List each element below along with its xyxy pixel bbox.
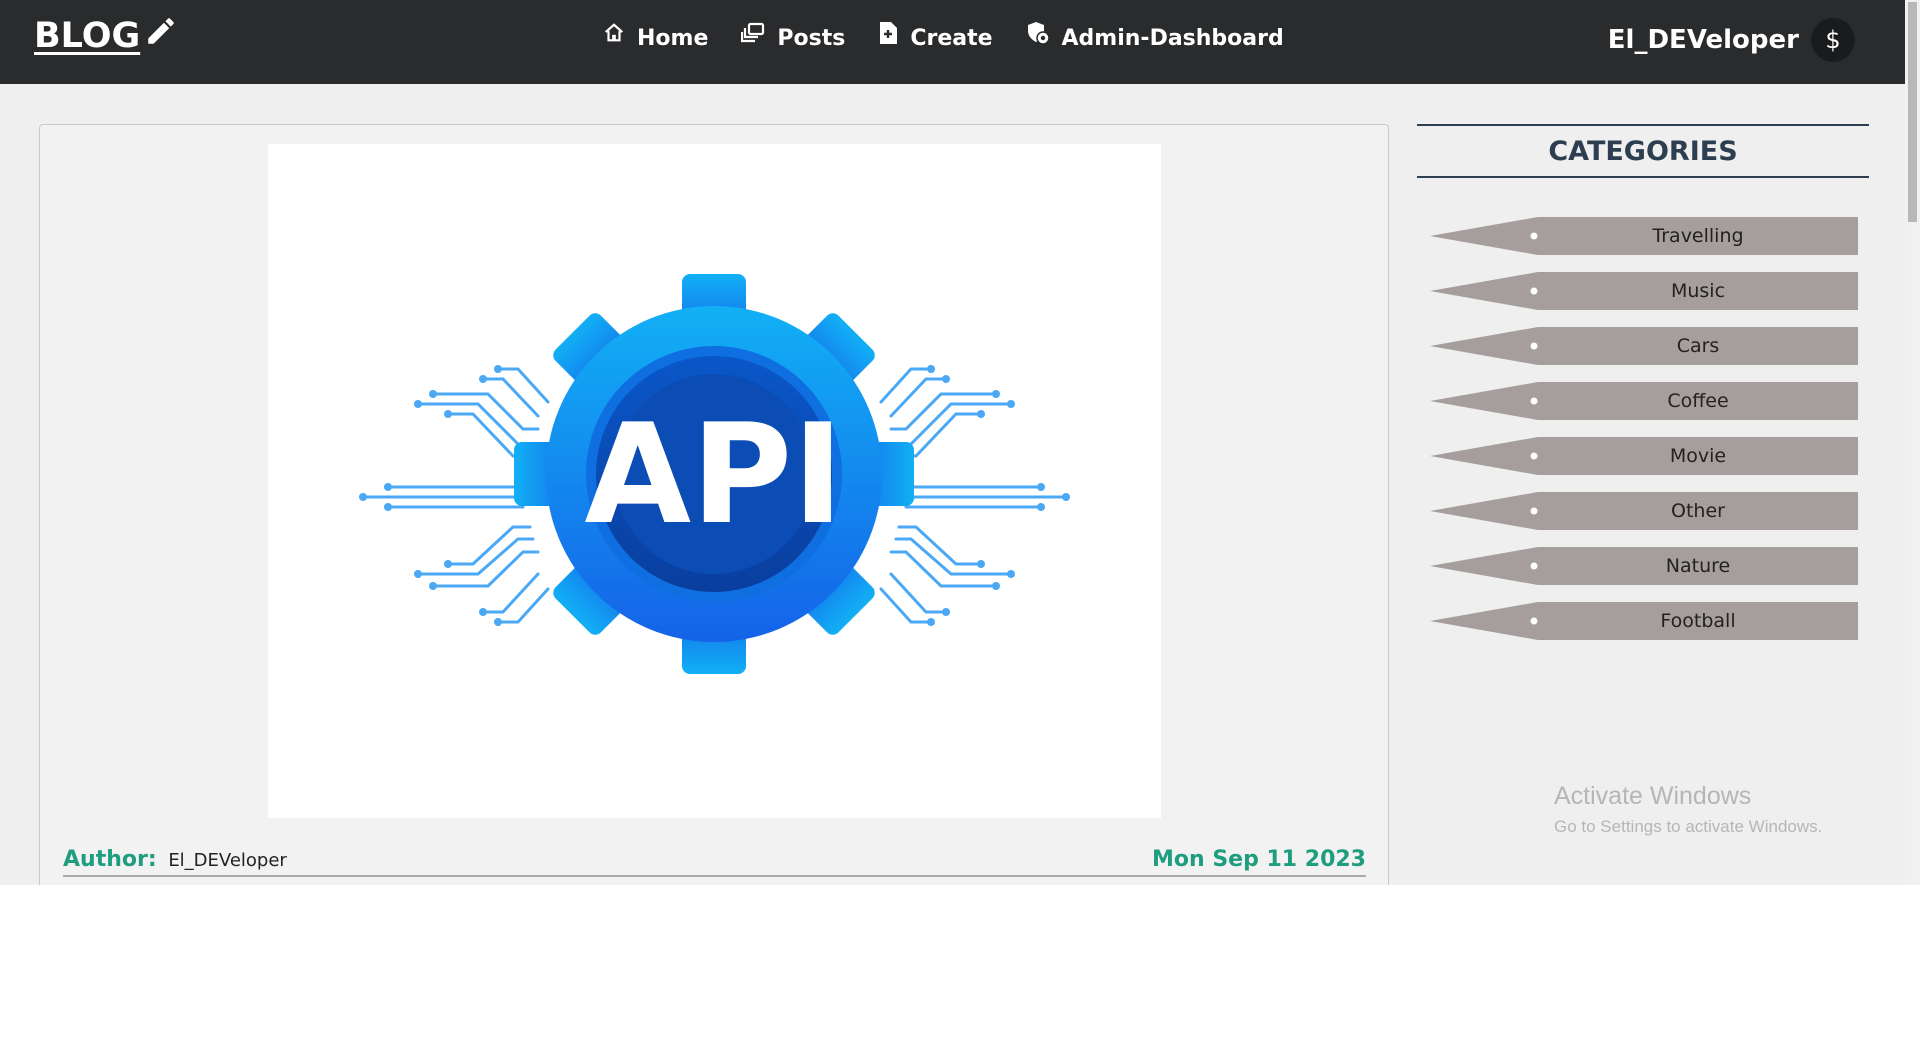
categories-title: CATEGORIES [1417,124,1869,178]
category-label: Nature [1665,555,1731,577]
pencil-icon [148,18,174,44]
category-football[interactable]: Football [1417,602,1869,640]
nav-admin-dashboard[interactable]: Admin-Dashboard [1026,21,1284,51]
watermark-subtitle: Go to Settings to activate Windows. [1554,817,1823,836]
category-nature[interactable]: Nature [1417,547,1869,585]
post-card[interactable]: API Author: El_DEVeloper Mon Sep 11 2023 [39,124,1389,885]
category-label: Coffee [1667,390,1729,412]
categories-list: Travelling Music Cars Coffee Movie Other [1417,217,1869,640]
nav-create-label: Create [910,26,993,51]
brand-text: BLOG [34,16,141,56]
admin-shield-icon [1027,21,1050,45]
category-movie[interactable]: Movie [1417,437,1869,475]
category-other[interactable]: Other [1417,492,1869,530]
top-navbar: BLOG Home Posts Create Admin-Dashboard E… [0,0,1905,84]
category-music[interactable]: Music [1417,272,1869,310]
category-label: Travelling [1652,225,1744,247]
author-info: Author: El_DEVeloper [63,847,287,872]
home-icon [605,22,623,41]
dollar-icon: $ [1825,26,1841,54]
api-gear-illustration: API [359,274,1070,674]
nav-home[interactable]: Home [603,22,708,51]
nav-posts[interactable]: Posts [741,22,845,51]
nav-links: Home Posts Create Admin-Dashboard [603,21,1317,51]
category-label: Other [1671,500,1725,522]
create-file-icon [880,21,898,44]
scrollbar-thumb[interactable] [1908,2,1917,222]
category-coffee[interactable]: Coffee [1417,382,1869,420]
category-cars[interactable]: Cars [1417,327,1869,365]
category-label: Cars [1676,335,1720,357]
post-date: Mon Sep 11 2023 [1151,847,1366,872]
avatar[interactable]: $ [1811,18,1855,62]
user-menu[interactable]: El_DEVeloper $ [1608,18,1855,62]
post-image[interactable]: API [268,144,1161,818]
windows-activation-watermark: Activate Windows Go to Settings to activ… [1554,782,1822,837]
posts-icon [741,22,765,42]
post-meta: Author: El_DEVeloper Mon Sep 11 2023 [63,847,1366,877]
category-label: Football [1660,610,1736,632]
brand-logo[interactable]: BLOG [34,16,178,56]
categories-panel: CATEGORIES Travelling Music Cars Coffee … [1417,124,1869,657]
vertical-scrollbar[interactable] [1905,0,1920,885]
category-travelling[interactable]: Travelling [1417,217,1869,255]
watermark-title: Activate Windows [1554,782,1752,810]
username: El_DEVeloper [1607,25,1799,55]
page-viewport: BLOG Home Posts Create Admin-Dashboard E… [0,0,1920,885]
nav-admin-label: Admin-Dashboard [1061,26,1284,51]
author-name[interactable]: El_DEVeloper [168,850,287,871]
category-label: Music [1670,280,1726,302]
api-image-text: API [584,394,843,555]
author-label: Author: [63,847,157,872]
nav-posts-label: Posts [777,26,846,51]
nav-create[interactable]: Create [878,21,993,51]
category-label: Movie [1669,445,1727,467]
nav-home-label: Home [637,26,709,51]
